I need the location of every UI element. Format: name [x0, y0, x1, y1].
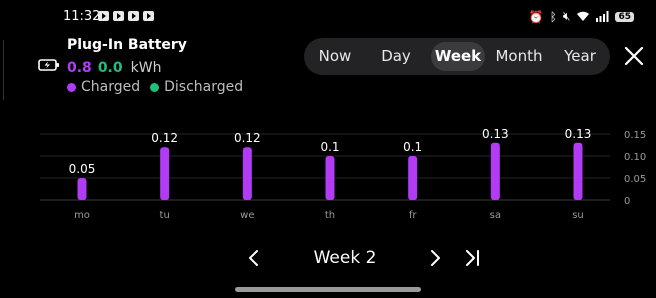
- legend-discharged-label: Discharged: [164, 79, 244, 95]
- bar: [408, 156, 418, 200]
- y-tick-label: 0.15: [624, 130, 646, 141]
- week-label: Week 2: [313, 248, 377, 268]
- wifi-icon: [577, 11, 590, 21]
- chevron-left-icon[interactable]: [243, 247, 265, 269]
- youtube-icon: [98, 11, 109, 21]
- period-switcher: Now Day Week Month Year: [304, 38, 610, 75]
- x-tick-label: sa: [490, 210, 501, 221]
- chevron-right-icon[interactable]: [424, 247, 446, 269]
- legend-charged-label: Charged: [81, 79, 141, 95]
- legend-discharged: Discharged: [150, 79, 243, 95]
- weekly-bar-chart: 0.15 0.10 0.05 0 0.05 mo 0.12 tu 0.12 we 0.1 th 0.1 f…: [40, 127, 646, 221]
- notification-icons: [98, 11, 154, 21]
- x-tick-label: mo: [74, 210, 90, 221]
- status-time: 11:32: [63, 9, 101, 24]
- battery-indicator: 65: [615, 11, 634, 22]
- energy-unit: kWh: [130, 60, 162, 76]
- data-label: 0.1: [320, 140, 339, 154]
- bluetooth-icon: ᛒ: [549, 9, 557, 24]
- alarm-icon: ⏰: [528, 9, 544, 24]
- home-indicator[interactable]: [235, 287, 421, 292]
- chart-legend: Charged Discharged: [67, 79, 243, 95]
- bar: [77, 178, 87, 200]
- discharged-value: 0.0: [97, 60, 123, 76]
- device-title: Plug-In Battery: [67, 37, 187, 53]
- plug-in-battery-icon: [38, 59, 59, 71]
- data-label: 0.1: [403, 140, 422, 154]
- discharged-dot-icon: [150, 82, 160, 92]
- x-tick-label: fr: [409, 210, 418, 221]
- y-tick-label: 0: [624, 196, 630, 207]
- charged-value: 0.8: [67, 60, 92, 76]
- y-tick-label: 0.10: [624, 152, 646, 163]
- tab-month[interactable]: Month: [491, 42, 547, 71]
- legend-charged: Charged: [67, 79, 140, 95]
- charged-dot-icon: [67, 82, 76, 92]
- left-edge-handle: [0, 40, 4, 100]
- tab-now[interactable]: Now: [310, 42, 360, 71]
- bar: [573, 142, 583, 200]
- tab-year[interactable]: Year: [554, 42, 606, 71]
- data-label: 0.13: [482, 127, 509, 141]
- system-icons: ⏰ ᛒ 🔇︎ 65: [529, 9, 634, 24]
- x-tick-label: th: [325, 210, 335, 221]
- x-tick-label: tu: [160, 210, 170, 221]
- x-tick-label: su: [572, 210, 584, 221]
- data-label: 0.12: [151, 131, 178, 145]
- data-label: 0.05: [69, 162, 96, 176]
- mute-icon: 🔇︎: [562, 9, 571, 23]
- data-label: 0.12: [234, 131, 261, 145]
- bar: [490, 142, 500, 200]
- skip-to-last-icon[interactable]: [461, 247, 483, 269]
- status-bar: 11:32 ⏰ ᛒ 🔇︎ 65: [0, 0, 656, 34]
- youtube-icon: [113, 11, 124, 21]
- close-icon[interactable]: [622, 44, 646, 68]
- bar: [160, 147, 170, 200]
- data-label: 0.13: [565, 127, 592, 141]
- bar: [242, 147, 252, 200]
- bar: [325, 156, 335, 200]
- signal-icon: [596, 11, 609, 22]
- youtube-icon: [143, 11, 154, 21]
- x-tick-label: we: [240, 210, 254, 221]
- week-navigation: Week 2: [0, 244, 656, 274]
- youtube-icon: [128, 11, 139, 21]
- tab-day[interactable]: Day: [370, 42, 422, 71]
- y-tick-label: 0.05: [624, 174, 646, 185]
- tab-week[interactable]: Week: [431, 42, 485, 71]
- energy-values: 0.8 0.0 kWh: [67, 60, 161, 76]
